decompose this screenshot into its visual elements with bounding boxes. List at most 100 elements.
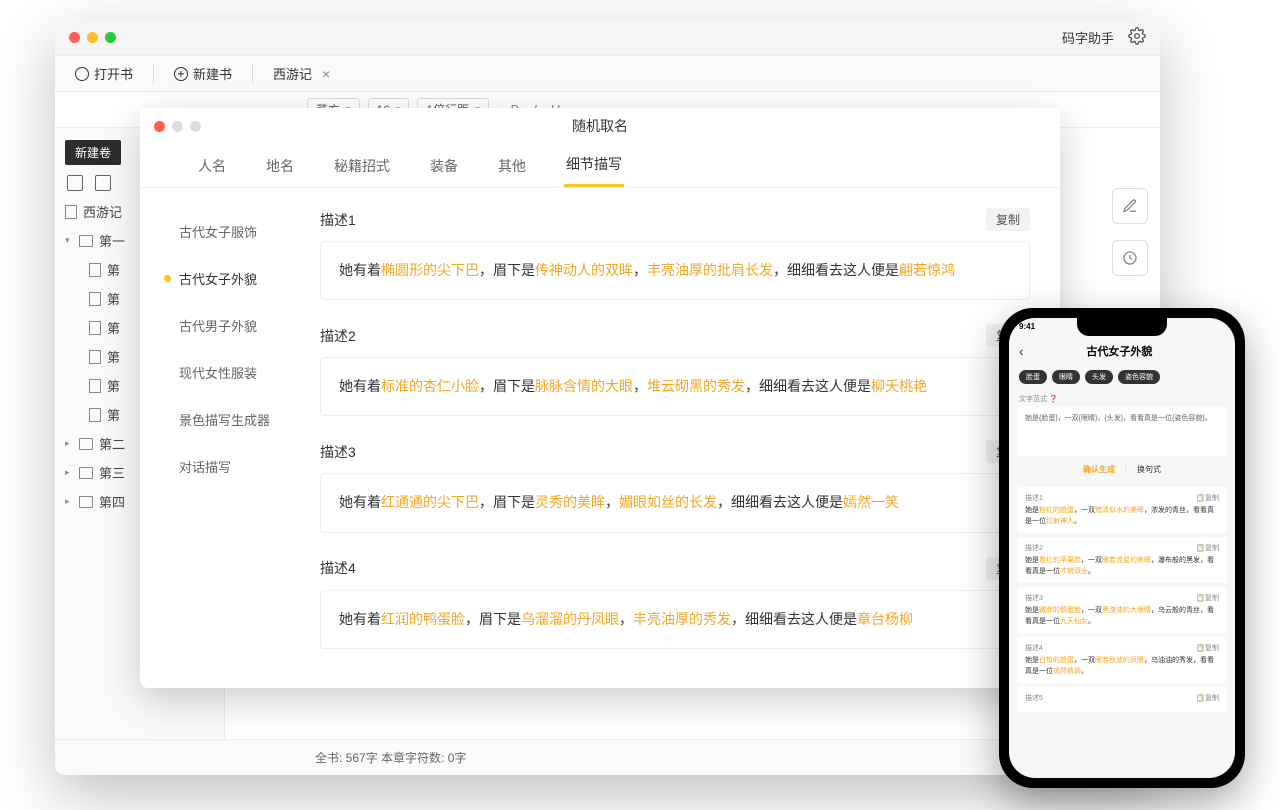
doc-icon xyxy=(89,292,101,306)
copy-button[interactable]: 复制 xyxy=(986,208,1030,231)
phone-card-3: 描述3📋复制 她是微胖的鹅蛋脸，一双黑漆漆的大眼睛，乌云般的青丝，看看真是一位九… xyxy=(1017,587,1227,633)
archive-icon[interactable] xyxy=(95,175,111,191)
phone-card-2: 描述2📋复制 她是看红的苹果脸，一双眼若流星的美眸，瀑布般的黑发，看看真是一位才… xyxy=(1017,537,1227,583)
tab-other[interactable]: 其他 xyxy=(496,146,528,186)
settings-icon[interactable] xyxy=(1128,27,1146,48)
copy-button[interactable]: 📋复制 xyxy=(1196,593,1219,603)
side-item-ancient-female-look[interactable]: 古代女子外貌 xyxy=(164,255,310,302)
window-controls xyxy=(69,32,116,43)
chip-face[interactable]: 脸蛋 xyxy=(1019,370,1047,384)
pcard-title: 描述5 xyxy=(1025,693,1043,703)
open-icon xyxy=(75,67,89,81)
new-book-label: 新建书 xyxy=(193,64,232,83)
side-item-label: 景色描写生成器 xyxy=(179,410,270,429)
generate-button[interactable]: 确认生成 xyxy=(1083,464,1115,475)
new-volume-button[interactable]: 新建卷 xyxy=(65,140,121,165)
chapter-label: 第 xyxy=(107,289,120,308)
folder-icon xyxy=(79,235,93,247)
desc-card: 她有着椭圆形的尖下巴，眉下是传神动人的双眸，丰亮油厚的批肩长发，细细看去这人便是… xyxy=(320,241,1030,300)
side-item-dialogue[interactable]: 对话描写 xyxy=(164,443,310,490)
pcard-title: 描述2 xyxy=(1025,543,1043,553)
doc-icon xyxy=(89,321,101,335)
phone-title: 古代女子外貌 xyxy=(1086,343,1152,359)
desc-card: 她有着红润的鸭蛋脸，眉下是乌溜溜的丹凤眼，丰亮油厚的秀发，细细看去这人便是章台杨… xyxy=(320,590,1030,649)
status-time: 9:41 xyxy=(1019,322,1035,331)
close-icon[interactable] xyxy=(69,32,80,43)
copy-button[interactable]: 📋复制 xyxy=(1196,493,1219,503)
side-item-modern-female-dress[interactable]: 现代女性服装 xyxy=(164,349,310,396)
book-label: 西游记 xyxy=(83,202,122,221)
folder-icon xyxy=(79,467,93,479)
side-item-label: 古代女子服饰 xyxy=(179,222,257,241)
side-item-scenery-generator[interactable]: 景色描写生成器 xyxy=(164,396,310,443)
chevron-right-icon: ▸ xyxy=(65,438,73,449)
assistant-link[interactable]: 码字助手 xyxy=(1062,28,1114,47)
switch-button[interactable]: 换句式 xyxy=(1137,464,1161,475)
open-book-label: 打开书 xyxy=(94,64,133,83)
divider xyxy=(153,64,154,84)
tab-place-name[interactable]: 地名 xyxy=(264,146,296,186)
description-block-2: 描述2复制 她有着标准的杏仁小脸，眉下是脉脉含情的大眼，堆云砌黑的秀发，细细看去… xyxy=(320,324,1030,416)
doc-icon xyxy=(89,379,101,393)
side-item-ancient-male-look[interactable]: 古代男子外貌 xyxy=(164,302,310,349)
chevron-right-icon: ▸ xyxy=(65,496,73,507)
word-count: 全书: 567字 本章字符数: 0字 xyxy=(315,749,466,766)
book-icon xyxy=(65,205,77,219)
tab-skill-name[interactable]: 秘籍招式 xyxy=(332,146,392,186)
desc-title: 描述2 xyxy=(320,326,356,346)
chapter-label: 第 xyxy=(107,260,120,279)
chip-hair[interactable]: 头发 xyxy=(1085,370,1113,384)
template-box[interactable]: 她是{脸蛋}，一双{眼睛}，{头发}，看看真是一位{姿色容貌}。 xyxy=(1017,406,1227,456)
side-item-label: 对话描写 xyxy=(179,457,231,476)
open-book-button[interactable]: 打开书 xyxy=(67,60,141,87)
new-book-button[interactable]: 新建书 xyxy=(166,60,240,87)
history-tool-button[interactable] xyxy=(1112,240,1148,276)
close-icon[interactable] xyxy=(154,121,165,132)
side-item-label: 古代男子外貌 xyxy=(179,316,257,335)
description-block-1: 描述1复制 她有着椭圆形的尖下巴，眉下是传神动人的双眸，丰亮油厚的批肩长发，细细… xyxy=(320,208,1030,300)
chip-eyes[interactable]: 眼睛 xyxy=(1052,370,1080,384)
tab-title: 西游记 xyxy=(273,64,312,83)
side-item-ancient-female-dress[interactable]: 古代女子服饰 xyxy=(164,208,310,255)
folder-icon xyxy=(79,496,93,508)
tab-person-name[interactable]: 人名 xyxy=(196,146,228,186)
chevron-right-icon: ▸ xyxy=(65,467,73,478)
modal-tabs: 人名 地名 秘籍招式 装备 其他 细节描写 xyxy=(140,144,1060,188)
phone-card-1: 描述1📋复制 她是粉红的脸蛋，一双黯清似水的美眸，浓发的青丝，看看真是一位垃射神… xyxy=(1017,487,1227,533)
maximize-icon xyxy=(190,121,201,132)
desc-title: 描述4 xyxy=(320,558,356,578)
side-item-label: 古代女子外貌 xyxy=(179,269,257,288)
back-icon[interactable]: ‹ xyxy=(1019,343,1024,359)
edit-tool-button[interactable] xyxy=(1112,188,1148,224)
close-tab-icon[interactable]: × xyxy=(322,66,330,82)
chapter-label: 第 xyxy=(107,376,120,395)
document-tab[interactable]: 西游记 × xyxy=(265,64,338,83)
description-block-3: 描述3复制 她有着红通通的尖下巴，眉下是灵秀的美眸，媚眼如丝的长发，细细看去这人… xyxy=(320,440,1030,532)
tab-detail[interactable]: 细节描写 xyxy=(564,144,624,187)
tab-equipment[interactable]: 装备 xyxy=(428,146,460,186)
active-dot-icon xyxy=(164,275,171,282)
phone-card-5: 描述5 📋复制 xyxy=(1017,687,1227,712)
titlebar: 码字助手 xyxy=(55,20,1160,56)
volume-label: 第二 xyxy=(99,434,125,453)
chip-look[interactable]: 姿色容貌 xyxy=(1118,370,1160,384)
modal-sidebar: 古代女子服饰 古代女子外貌 古代男子外貌 现代女性服装 景色描写生成器 对话描写 xyxy=(140,188,310,688)
chapter-label: 第 xyxy=(107,347,120,366)
copy-button[interactable]: 📋复制 xyxy=(1196,543,1219,553)
template-label: 文字范式 ❓ xyxy=(1009,390,1235,406)
copy-button[interactable]: 📋复制 xyxy=(1196,693,1219,703)
minimize-icon[interactable] xyxy=(87,32,98,43)
doc-icon xyxy=(89,263,101,277)
maximize-icon[interactable] xyxy=(105,32,116,43)
phone-mockup: 9:41 ‹ 古代女子外貌 脸蛋 眼睛 头发 姿色容貌 文字范式 ❓ 她是{脸蛋… xyxy=(999,308,1245,788)
volume-label: 第一 xyxy=(99,231,125,250)
chip-row: 脸蛋 眼睛 头发 姿色容貌 xyxy=(1009,364,1235,390)
volume-label: 第三 xyxy=(99,463,125,482)
doc-icon xyxy=(89,350,101,364)
modal-content: 描述1 复制 她有着椭圆形的尖下巴，眉下是传神动人的双眸，丰亮油厚的批肩长发，细细… xyxy=(310,188,1060,688)
add-icon[interactable] xyxy=(67,175,83,191)
side-item-label: 现代女性服装 xyxy=(179,363,257,382)
pcard-title: 描述1 xyxy=(1025,493,1043,503)
modal-window-controls xyxy=(154,121,201,132)
copy-button[interactable]: 📋复制 xyxy=(1196,643,1219,653)
